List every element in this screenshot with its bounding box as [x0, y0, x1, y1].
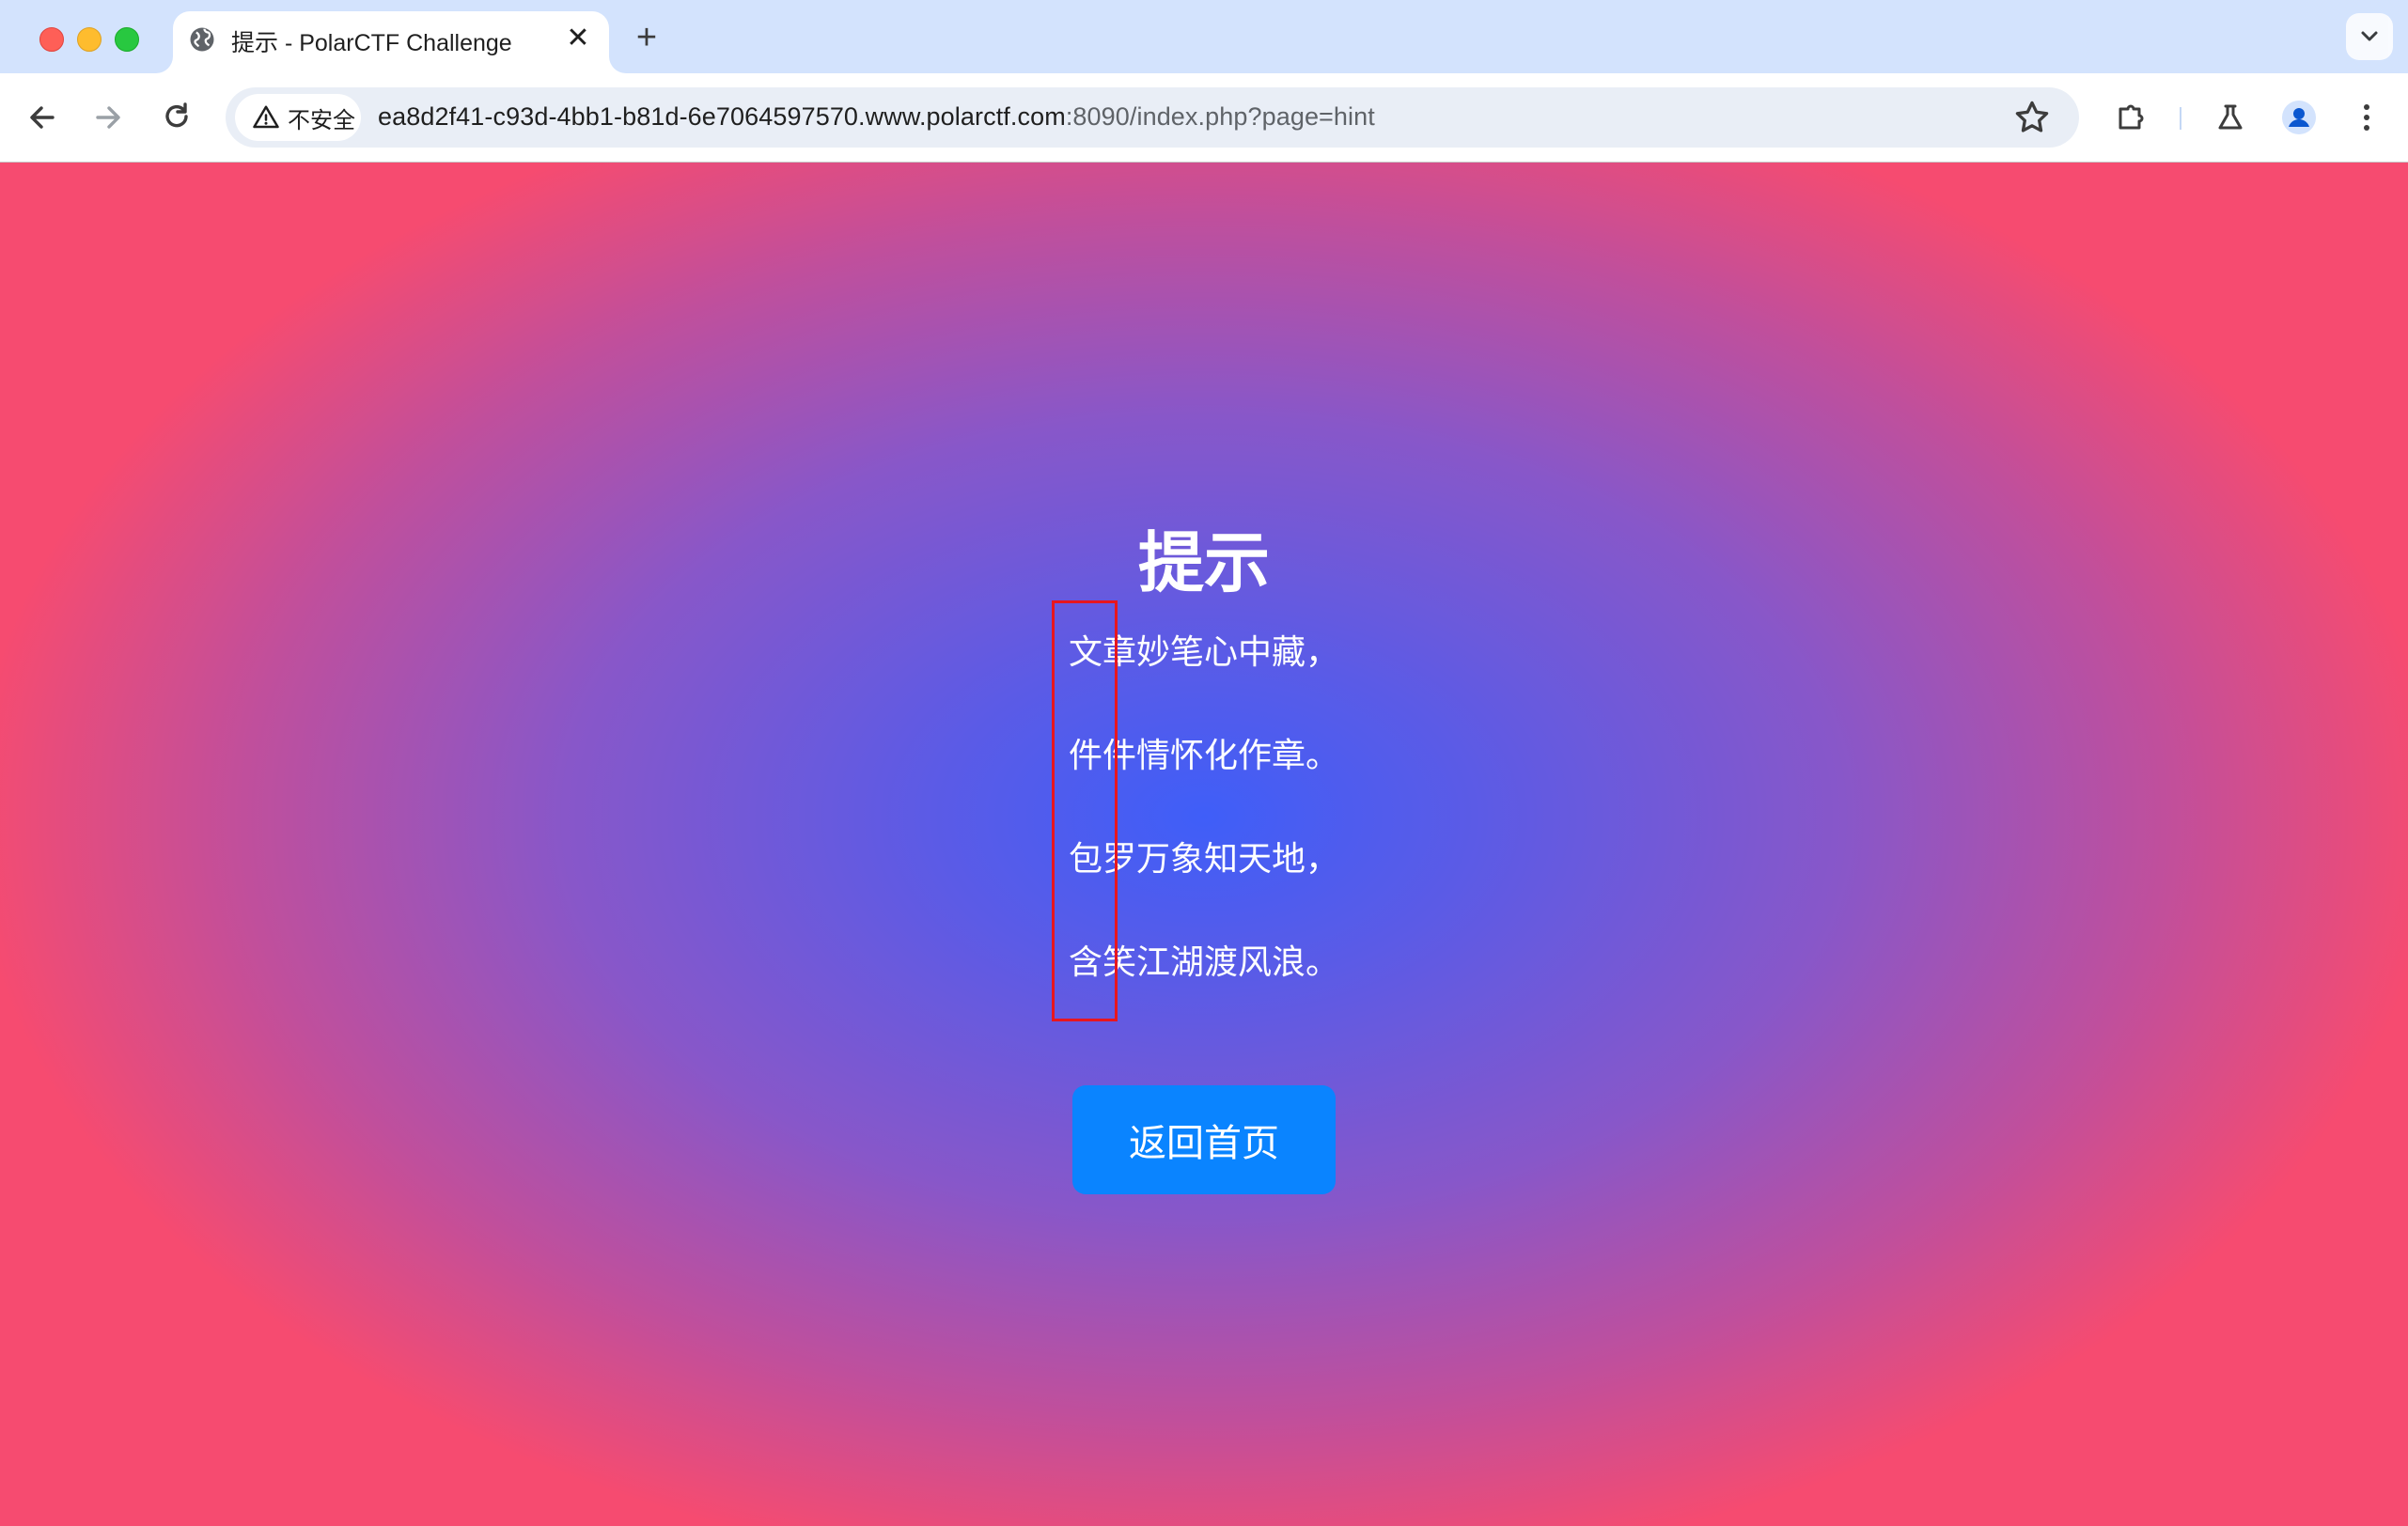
arrow-right-icon	[96, 106, 120, 129]
highlight-box	[1052, 600, 1118, 1021]
warning-triangle-icon	[253, 105, 279, 129]
star-icon	[2015, 101, 2049, 132]
page-title: 提示	[1138, 524, 1270, 601]
poem: 文章妙笔心中藏， 件件情怀化作章。 包罗万象知天地， 含笑江湖渡风浪。	[1069, 631, 1445, 1044]
browser-toolbar: 不安全 ea8d2f41-c93d-4bb1-b81d-6e7064597570…	[0, 73, 2408, 163]
person-icon	[2282, 101, 2316, 134]
tab-title: 提示 - PolarCTF Challenge	[231, 30, 512, 56]
labs-button[interactable]	[2207, 94, 2254, 141]
tab-search-button[interactable]	[2346, 13, 2393, 60]
poem-line-3: 包罗万象知天地，	[1069, 840, 1340, 879]
back-button[interactable]	[19, 94, 66, 141]
address-bar[interactable]: 不安全 ea8d2f41-c93d-4bb1-b81d-6e7064597570…	[226, 87, 2079, 148]
puzzle-icon	[2119, 104, 2144, 130]
bookmark-star-button[interactable]	[2011, 97, 2053, 138]
return-home-button[interactable]: 返回首页	[1072, 1085, 1336, 1194]
menu-button[interactable]	[2343, 94, 2390, 141]
toolbar-divider	[2180, 107, 2181, 130]
forward-button[interactable]	[85, 94, 132, 141]
reload-icon	[165, 102, 188, 128]
active-tab[interactable]: 提示 - PolarCTF Challenge ✕	[173, 11, 609, 73]
flask-icon	[2218, 104, 2243, 130]
close-tab-icon[interactable]: ✕	[562, 23, 594, 54]
url-text[interactable]: ea8d2f41-c93d-4bb1-b81d-6e7064597570.www…	[378, 102, 1375, 132]
extensions-button[interactable]	[2107, 94, 2154, 141]
arrow-left-icon	[30, 106, 55, 129]
poem-line-4: 含笑江湖渡风浪。	[1069, 943, 1340, 982]
url-host: ea8d2f41-c93d-4bb1-b81d-6e7064597570.www…	[378, 102, 1066, 131]
url-path: :8090/index.php?page=hint	[1065, 102, 1375, 131]
close-window-button[interactable]	[39, 27, 64, 52]
page-content: 提示 文章妙笔心中藏， 件件情怀化作章。 包罗万象知天地， 含笑江湖渡风浪。 返…	[0, 163, 2408, 1526]
security-chip[interactable]: 不安全	[235, 94, 361, 141]
security-label: 不安全	[288, 107, 355, 133]
zoom-window-button[interactable]	[115, 27, 139, 52]
globe-icon	[190, 27, 214, 52]
profile-button[interactable]	[2275, 94, 2322, 141]
tab-strip: 提示 - PolarCTF Challenge ✕ +	[0, 0, 2408, 73]
browser-window: 提示 - PolarCTF Challenge ✕ + 不安全 ea8d2f41…	[0, 0, 2408, 1526]
chevron-down-icon	[2361, 31, 2378, 41]
minimize-window-button[interactable]	[77, 27, 102, 52]
poem-line-2: 件件情怀化作章。	[1069, 737, 1340, 775]
kebab-menu-icon	[2364, 104, 2369, 131]
reload-button[interactable]	[153, 94, 200, 141]
poem-line-1: 文章妙笔心中藏，	[1069, 633, 1340, 672]
new-tab-button[interactable]: +	[628, 19, 665, 56]
